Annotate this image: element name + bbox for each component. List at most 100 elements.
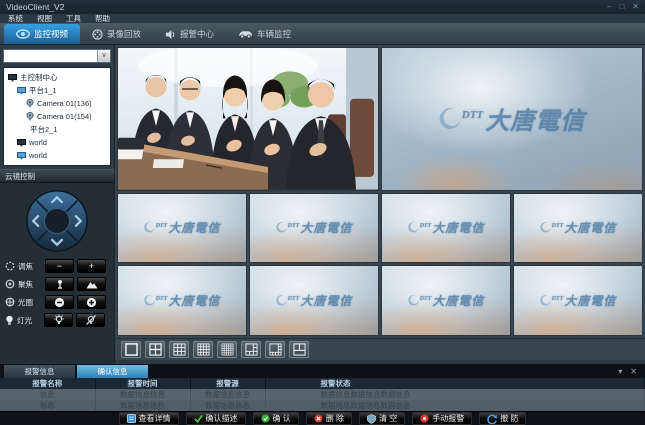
layout-9-button[interactable] — [169, 341, 189, 358]
tab-monitor-video[interactable]: 监控视频 — [4, 24, 80, 44]
close-button[interactable]: ✕ — [632, 2, 639, 12]
minimize-button[interactable]: – — [607, 2, 611, 12]
delete-button[interactable]: 删 除 — [306, 412, 352, 425]
menu-bar: 系统 视图 工具 帮助 — [0, 14, 645, 23]
layout-9-icon — [173, 343, 186, 356]
video-tile-2[interactable]: DTT 大唐電信 — [381, 47, 643, 191]
manual-alarm-icon — [420, 414, 429, 423]
crescent-icon — [144, 295, 155, 306]
manual-alarm-button[interactable]: 手动报警 — [412, 412, 472, 425]
iris-close-button[interactable] — [45, 295, 74, 309]
col-alarm-time[interactable]: 报警时间 — [95, 378, 190, 389]
crescent-icon — [408, 295, 419, 306]
alarm-table: 报警名称 报警时间 报警源 报警状态 信息 数据信息信息 数据信息信息 数据信息… — [0, 378, 645, 411]
tree-item-world-1[interactable]: world — [6, 136, 108, 149]
main-toolbar: 监控视频 录像回放 报警中心 车辆监控 — [0, 23, 645, 45]
shield-icon — [367, 414, 376, 424]
device-panel: ∨ 主控制中心 平台1_1 Camera 01(136) Camera 01( — [0, 45, 115, 364]
ptz-light-label: 灯光 — [17, 315, 41, 326]
col-alarm-status[interactable]: 报警状态 — [265, 378, 645, 389]
eye-icon — [16, 29, 30, 39]
light-on-icon — [53, 314, 65, 326]
layout-4-button[interactable] — [145, 341, 165, 358]
tree-item-control-center[interactable]: 主控制中心 — [6, 71, 108, 84]
layout-bar — [115, 338, 645, 360]
view-details-button[interactable]: 查看详情 — [119, 412, 179, 425]
layout-16-button[interactable] — [193, 341, 213, 358]
alarm-table-header: 报警名称 报警时间 报警源 报警状态 — [0, 378, 645, 389]
alarm-row[interactable]: 信息 数据信息信息 数据信息信息 数据信息数据信息数据信息 — [0, 400, 645, 411]
tree-item-platform2[interactable]: 平台2_1 — [6, 123, 108, 136]
alarm-panel-tabs: 报警信息 确认信息 ▾ ✕ — [0, 364, 645, 378]
layout-4-icon — [149, 343, 162, 356]
ptz-focus-label: 聚焦 — [18, 279, 42, 290]
tab-alarm-info[interactable]: 报警信息 — [4, 365, 75, 378]
layout-8-button[interactable] — [265, 341, 285, 358]
chevron-down-icon[interactable]: ∨ — [97, 50, 110, 62]
video-tile-3[interactable]: DTT大唐電信 — [117, 193, 247, 264]
app-window: VideoClient_V2 – □ ✕ 系统 视图 工具 帮助 监控视频 — [0, 0, 645, 425]
disarm-button[interactable]: 撤 防 — [479, 412, 526, 425]
confirm-button[interactable]: 确 认 — [253, 412, 299, 425]
focus-far-icon — [86, 280, 98, 289]
video-tile-9[interactable]: DTT大唐電信 — [381, 265, 511, 336]
video-tile-4[interactable]: DTT大唐電信 — [249, 193, 379, 264]
layout-6-button[interactable] — [241, 341, 261, 358]
video-tile-10[interactable]: DTT大唐電信 — [513, 265, 643, 336]
tab-vehicle-monitor[interactable]: 车辆监控 — [226, 24, 303, 44]
layout-1-icon — [125, 343, 138, 356]
monitor-blue-icon — [17, 87, 26, 95]
video-tile-live[interactable] — [117, 47, 379, 191]
col-alarm-name[interactable]: 报警名称 — [0, 378, 95, 389]
alarm-panel-close-button[interactable]: ✕ — [630, 366, 637, 378]
tree-item-platform1[interactable]: 平台1_1 — [6, 84, 108, 97]
layout-8-icon — [269, 343, 282, 356]
delete-icon — [314, 414, 323, 423]
device-filter-value — [4, 50, 97, 62]
col-alarm-source[interactable]: 报警源 — [190, 378, 265, 389]
zoom-out-button[interactable]: − — [45, 259, 74, 273]
video-tile-5[interactable]: DTT大唐電信 — [381, 193, 511, 264]
iris-open-button[interactable] — [77, 295, 106, 309]
zoom-in-button[interactable]: + — [77, 259, 106, 273]
tree-item-camera-136[interactable]: Camera 01(136) — [6, 97, 108, 110]
crescent-icon — [144, 222, 155, 233]
alarm-row[interactable]: 信息 数据信息信息 数据信息信息 数据信息数据信息数据信息 — [0, 389, 645, 400]
tab-confirm-info[interactable]: 确认信息 — [77, 365, 148, 378]
ptz-dpad[interactable] — [0, 183, 114, 257]
layout-25-button[interactable] — [217, 341, 237, 358]
bulb-small-icon — [5, 315, 14, 326]
crescent-icon — [540, 222, 551, 233]
monitor-dark-icon — [8, 74, 17, 82]
tree-item-camera-154[interactable]: Camera 01(154) — [6, 110, 108, 123]
confirm-description-button[interactable]: 确认描述 — [186, 412, 246, 425]
detail-icon — [127, 414, 136, 423]
layout-1-button[interactable] — [121, 341, 141, 358]
crescent-icon — [276, 295, 287, 306]
camera-icon — [26, 99, 34, 108]
title-bar: VideoClient_V2 – □ ✕ — [0, 0, 645, 14]
layout-mixed-button[interactable] — [289, 341, 309, 358]
zoom-ring-icon — [5, 261, 15, 271]
device-filter-select[interactable]: ∨ — [3, 49, 111, 63]
clear-button[interactable]: 清 空 — [359, 412, 405, 425]
light-on-button[interactable] — [44, 313, 73, 327]
maximize-button[interactable]: □ — [619, 2, 624, 12]
focus-far-button[interactable] — [77, 277, 106, 291]
tree-item-world-2[interactable]: world — [6, 149, 108, 162]
device-tree: 主控制中心 平台1_1 Camera 01(136) Camera 01(154… — [3, 67, 111, 166]
ptz-panel: 云镜控制 — [0, 169, 114, 364]
ptz-zoom-label: 调焦 — [18, 261, 42, 272]
video-tile-6[interactable]: DTT大唐電信 — [513, 193, 643, 264]
focus-near-button[interactable] — [45, 277, 74, 291]
tab-playback[interactable]: 录像回放 — [80, 24, 153, 44]
iris-plus-icon — [86, 297, 97, 308]
tab-alarm-center[interactable]: 报警中心 — [153, 24, 226, 44]
video-wall: DTT 大唐電信 DTT大唐電信 DTT大唐電信 DTT大唐電信 DTT大唐電信… — [115, 45, 645, 338]
iris-ring-icon — [5, 297, 15, 307]
alarm-collapse-button[interactable]: ▾ — [618, 366, 622, 378]
light-off-button[interactable] — [76, 313, 105, 327]
video-tile-7[interactable]: DTT大唐電信 — [117, 265, 247, 336]
crescent-icon — [408, 222, 419, 233]
video-tile-8[interactable]: DTT大唐電信 — [249, 265, 379, 336]
